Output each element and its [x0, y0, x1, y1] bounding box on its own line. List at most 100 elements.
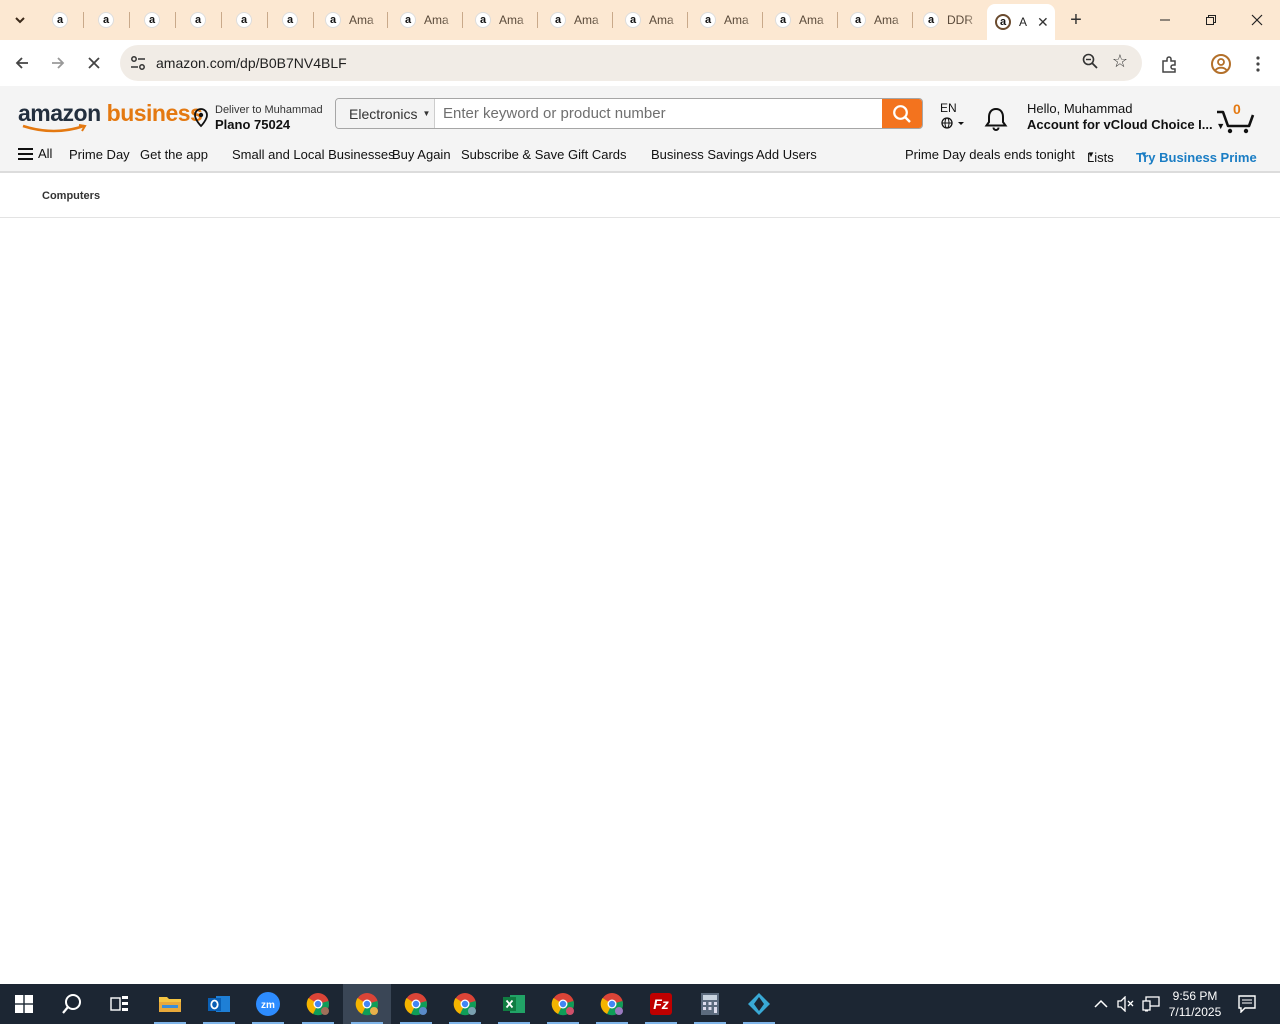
- amazon-favicon-icon: a: [700, 12, 716, 28]
- amazon-header: amazon business Deliver to Muhammad Plano…: [0, 86, 1280, 173]
- restore-icon[interactable]: [1188, 0, 1234, 40]
- chrome-icon[interactable]: [392, 984, 440, 1024]
- tab-title: Ama: [874, 13, 899, 27]
- address-bar[interactable]: amazon.com/dp/B0B7NV4BLF ☆: [120, 45, 1142, 81]
- minimize-icon[interactable]: [1142, 0, 1188, 40]
- tab-divider: [313, 12, 314, 28]
- amazon-favicon-icon: a: [190, 12, 206, 28]
- tab-title: DDR: [947, 13, 973, 27]
- breadcrumb: Computers: [0, 175, 1280, 218]
- notifications-bell-icon[interactable]: [984, 106, 1008, 137]
- taskbar-clock[interactable]: 9:56 PM 7/11/2025: [1160, 988, 1230, 1020]
- chrome-icon[interactable]: [539, 984, 587, 1024]
- excel-icon[interactable]: [490, 984, 538, 1024]
- clock-date: 7/11/2025: [1168, 1005, 1222, 1019]
- account-greeting: Hello, Muhammad: [1027, 101, 1133, 116]
- browser-tab[interactable]: a Ama: [690, 6, 762, 34]
- browser-tab[interactable]: a Ama: [615, 6, 687, 34]
- breadcrumb-computers[interactable]: Computers: [42, 190, 100, 202]
- amazon-favicon-icon: a: [400, 12, 416, 28]
- outlook-icon[interactable]: [195, 984, 243, 1024]
- amazon-favicon-icon: a: [550, 12, 566, 28]
- tab-divider: [175, 12, 176, 28]
- nav-buy-again[interactable]: Buy Again: [392, 147, 451, 162]
- browser-tab[interactable]: a: [226, 6, 270, 34]
- tab-search-icon[interactable]: [8, 8, 32, 32]
- try-prime-label: Try Business Prime: [1136, 150, 1257, 165]
- chrome-menu-icon[interactable]: [1247, 53, 1269, 75]
- start-icon[interactable]: [0, 984, 48, 1024]
- browser-tab[interactable]: a Ama: [765, 6, 837, 34]
- tab-divider: [221, 12, 222, 28]
- browser-tab[interactable]: a: [42, 6, 86, 34]
- search-input[interactable]: [436, 99, 883, 128]
- stop-loading-icon[interactable]: [78, 47, 110, 79]
- chrome-icon[interactable]: [343, 984, 391, 1024]
- nav-add-users[interactable]: Add Users: [756, 147, 817, 162]
- network-icon[interactable]: [1142, 984, 1160, 1024]
- filezilla-icon[interactable]: Fz: [637, 984, 685, 1024]
- site-info-icon[interactable]: [128, 53, 148, 73]
- app-icon[interactable]: [735, 984, 783, 1024]
- cart-button[interactable]: 0: [1216, 101, 1256, 134]
- amazon-favicon-icon: a: [775, 12, 791, 28]
- browser-tab[interactable]: a Ama: [390, 6, 462, 34]
- nav-prime-day[interactable]: Prime Day: [69, 147, 130, 162]
- language-selector[interactable]: EN: [940, 101, 964, 129]
- nav-small-local-businesses[interactable]: Small and Local Businesses: [232, 147, 395, 162]
- profile-icon[interactable]: [1210, 53, 1232, 75]
- extensions-icon[interactable]: [1158, 53, 1180, 75]
- file-explorer-icon[interactable]: [146, 984, 194, 1024]
- new-tab-button[interactable]: +: [1064, 8, 1088, 32]
- browser-tab-active[interactable]: a A ✕: [987, 4, 1055, 40]
- tab-title: A: [1019, 15, 1028, 29]
- account-name: Account for vCloud Choice I... ▼: [1027, 117, 1225, 132]
- close-tab-icon[interactable]: ✕: [1037, 14, 1049, 31]
- amazon-business-logo[interactable]: amazon business: [18, 100, 203, 127]
- search-bar: Electronics ▼: [335, 98, 923, 129]
- url-text[interactable]: amazon.com/dp/B0B7NV4BLF: [156, 55, 347, 71]
- chrome-icon[interactable]: [441, 984, 489, 1024]
- zoom-icon[interactable]: zm: [244, 984, 292, 1024]
- notifications-center-icon[interactable]: [1238, 984, 1256, 1024]
- browser-tab[interactable]: a Ama: [540, 6, 612, 34]
- nav-gift-cards[interactable]: Gift Cards: [568, 147, 627, 162]
- browser-tab[interactable]: a: [272, 6, 316, 34]
- amazon-favicon-icon: a: [850, 12, 866, 28]
- nav-all[interactable]: All: [38, 146, 52, 161]
- amazon-smile-icon: [22, 124, 87, 133]
- browser-tab[interactable]: a DDR: [913, 6, 985, 34]
- calculator-icon[interactable]: [686, 984, 734, 1024]
- close-window-icon[interactable]: [1234, 0, 1280, 40]
- nav-subscribe-save[interactable]: Subscribe & Save: [461, 147, 564, 162]
- nav-business-savings[interactable]: Business Savings: [651, 147, 754, 162]
- cart-count: 0: [1233, 101, 1241, 117]
- show-hidden-icons-icon[interactable]: [1094, 984, 1108, 1024]
- search-button[interactable]: [882, 99, 922, 128]
- nav-prime-day-deals[interactable]: Prime Day deals ends tonight: [905, 147, 1075, 162]
- browser-tab[interactable]: a: [88, 6, 132, 34]
- hamburger-menu-icon[interactable]: [18, 148, 33, 160]
- volume-muted-icon[interactable]: [1117, 984, 1135, 1024]
- search-department-select[interactable]: Electronics ▼: [336, 99, 435, 128]
- zoom-icon[interactable]: [1082, 53, 1098, 74]
- page-content: [0, 219, 1280, 984]
- chrome-icon[interactable]: [294, 984, 342, 1024]
- nav-get-the-app[interactable]: Get the app: [140, 147, 208, 162]
- back-icon[interactable]: [6, 47, 38, 79]
- task-view-icon[interactable]: [96, 984, 144, 1024]
- browser-tab[interactable]: a: [180, 6, 224, 34]
- browser-tab[interactable]: a Ama: [465, 6, 537, 34]
- chrome-icon[interactable]: [588, 984, 636, 1024]
- logo-business-text: business: [106, 100, 203, 126]
- browser-tab[interactable]: a Ama: [315, 6, 387, 34]
- search-icon[interactable]: [48, 984, 96, 1024]
- tab-title: Ama: [724, 13, 749, 27]
- amazon-favicon-icon: a: [995, 14, 1011, 30]
- bookmark-star-icon[interactable]: ☆: [1112, 51, 1128, 72]
- browser-tab[interactable]: a Ama: [840, 6, 912, 34]
- svg-text:zm: zm: [261, 1000, 275, 1011]
- browser-tab[interactable]: a: [134, 6, 178, 34]
- account-menu[interactable]: Hello, Muhammad Account for vCloud Choic…: [1027, 101, 1225, 132]
- forward-icon[interactable]: [42, 47, 74, 79]
